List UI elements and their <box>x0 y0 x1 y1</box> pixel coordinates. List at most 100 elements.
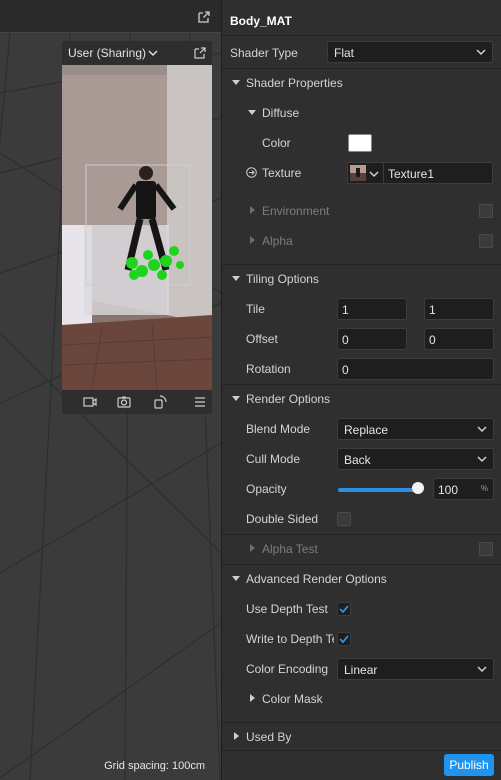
link-arrow-icon[interactable] <box>246 167 257 178</box>
render-options-header[interactable]: Render Options <box>222 384 501 414</box>
environment-checkbox[interactable] <box>479 204 493 218</box>
tile-row: Tile 1 1 <box>222 294 501 324</box>
divider <box>383 163 384 183</box>
blend-mode-select[interactable]: Replace <box>337 418 494 440</box>
opacity-unit: % <box>480 484 488 493</box>
double-sided-row: Double Sided <box>222 504 501 534</box>
alpha-test-checkbox[interactable] <box>479 542 493 556</box>
color-encoding-row: Color Encoding Linear <box>222 654 501 684</box>
blend-mode-value: Replace <box>344 423 389 437</box>
checkmark-icon <box>339 635 349 644</box>
rotation-row: Rotation 0 <box>222 354 501 384</box>
inspector-header: Body_MAT <box>222 0 501 36</box>
chevron-down-icon[interactable] <box>148 47 158 59</box>
caret-right-icon[interactable] <box>247 543 257 553</box>
scene-viewport[interactable]: User (Sharing) Grid spacing: 100cm <box>0 0 221 780</box>
alpha-label: Alpha <box>262 234 293 248</box>
shader-type-value: Flat <box>334 46 355 60</box>
texture-picker[interactable]: Texture1 <box>347 162 493 184</box>
double-sided-label: Double Sided <box>246 512 319 526</box>
external-link-icon[interactable] <box>193 46 207 60</box>
rotation-label: Rotation <box>246 362 291 376</box>
chevron-down-icon[interactable] <box>369 168 379 180</box>
offset-x-input[interactable]: 0 <box>337 328 407 350</box>
tile-x-input[interactable]: 1 <box>337 298 407 320</box>
cull-mode-value: Back <box>344 453 371 467</box>
opacity-slider-track[interactable] <box>338 488 418 492</box>
external-link-icon[interactable] <box>196 9 212 25</box>
opacity-input[interactable]: 100 % <box>433 478 494 500</box>
rotation-input[interactable]: 0 <box>337 358 494 380</box>
material-name: Body_MAT <box>230 14 292 28</box>
opacity-slider-handle[interactable] <box>412 482 424 494</box>
use-depth-test-checkbox[interactable] <box>337 602 351 616</box>
shader-properties-header[interactable]: Shader Properties <box>222 68 501 98</box>
cull-mode-select[interactable]: Back <box>337 448 494 470</box>
video-camera-icon[interactable] <box>82 394 98 410</box>
write-depth-row: Write to Depth Tel <box>222 624 501 654</box>
write-depth-label: Write to Depth Tel <box>246 632 334 646</box>
tile-label: Tile <box>246 302 265 316</box>
section-label: Tiling Options <box>246 272 319 286</box>
diffuse-header[interactable]: Diffuse <box>222 98 501 128</box>
alpha-row: Alpha <box>222 226 501 256</box>
environment-label: Environment <box>262 204 330 218</box>
cull-mode-label: Cull Mode <box>246 452 301 466</box>
chevron-down-icon <box>477 426 487 433</box>
used-by-header[interactable]: Used By <box>222 722 501 752</box>
color-encoding-value: Linear <box>344 663 378 677</box>
publish-button[interactable]: Publish <box>444 754 494 776</box>
shader-type-label: Shader Type <box>230 46 298 60</box>
use-depth-test-row: Use Depth Test <box>222 594 501 624</box>
chevron-down-icon <box>477 456 487 463</box>
section-label: Used By <box>246 730 292 744</box>
shader-type-row: Shader Type Flat <box>222 38 501 68</box>
color-label: Color <box>262 136 291 150</box>
color-encoding-select[interactable]: Linear <box>337 658 494 680</box>
tiling-options-header[interactable]: Tiling Options <box>222 264 501 294</box>
opacity-label: Opacity <box>246 482 287 496</box>
menu-icon[interactable] <box>192 394 208 410</box>
caret-right-icon <box>234 732 239 740</box>
color-mask-label: Color Mask <box>262 692 323 706</box>
diffuse-texture-row: Texture Texture1 <box>222 158 501 188</box>
divider <box>222 750 501 751</box>
preview-toolbar <box>62 390 212 414</box>
chevron-down-icon <box>476 49 486 56</box>
caret-right-icon[interactable] <box>247 235 257 245</box>
offset-label: Offset <box>246 332 278 346</box>
rotate-device-icon[interactable] <box>152 394 168 410</box>
write-depth-checkbox[interactable] <box>337 632 351 646</box>
color-swatch[interactable] <box>348 134 372 152</box>
offset-y-input[interactable]: 0 <box>424 328 494 350</box>
blend-mode-row: Blend Mode Replace <box>222 414 501 444</box>
environment-row: Environment <box>222 196 501 226</box>
color-mask-row[interactable]: Color Mask <box>222 684 501 714</box>
material-inspector: Body_MAT Shader Type Flat Shader Propert… <box>221 0 501 780</box>
alpha-checkbox[interactable] <box>479 234 493 248</box>
use-depth-test-label: Use Depth Test <box>246 602 328 616</box>
chevron-down-icon <box>477 666 487 673</box>
shader-type-select[interactable]: Flat <box>327 41 493 63</box>
texture-label: Texture <box>262 166 302 180</box>
texture-thumbnail-icon <box>350 165 366 181</box>
diffuse-color-row: Color <box>222 128 501 158</box>
alpha-test-label: Alpha Test <box>262 542 318 556</box>
caret-right-icon[interactable] <box>247 205 257 215</box>
caret-down-icon <box>232 80 240 85</box>
grid-spacing-label: Grid spacing: 100cm <box>104 760 205 772</box>
double-sided-checkbox[interactable] <box>337 512 351 526</box>
tile-y-input[interactable]: 1 <box>424 298 494 320</box>
screenshot-icon[interactable] <box>116 394 132 410</box>
offset-y-value: 0 <box>429 333 436 347</box>
advanced-render-options-header[interactable]: Advanced Render Options <box>222 564 501 594</box>
camera-preview-image <box>62 65 212 390</box>
caret-right-icon <box>250 694 255 702</box>
preview-panel[interactable]: User (Sharing) <box>62 41 212 414</box>
color-encoding-label: Color Encoding <box>246 662 329 676</box>
texture-name: Texture1 <box>388 167 435 181</box>
preview-source-dropdown[interactable]: User (Sharing) <box>68 46 146 60</box>
caret-down-icon <box>232 576 240 581</box>
section-label: Render Options <box>246 392 331 406</box>
offset-row: Offset 0 0 <box>222 324 501 354</box>
